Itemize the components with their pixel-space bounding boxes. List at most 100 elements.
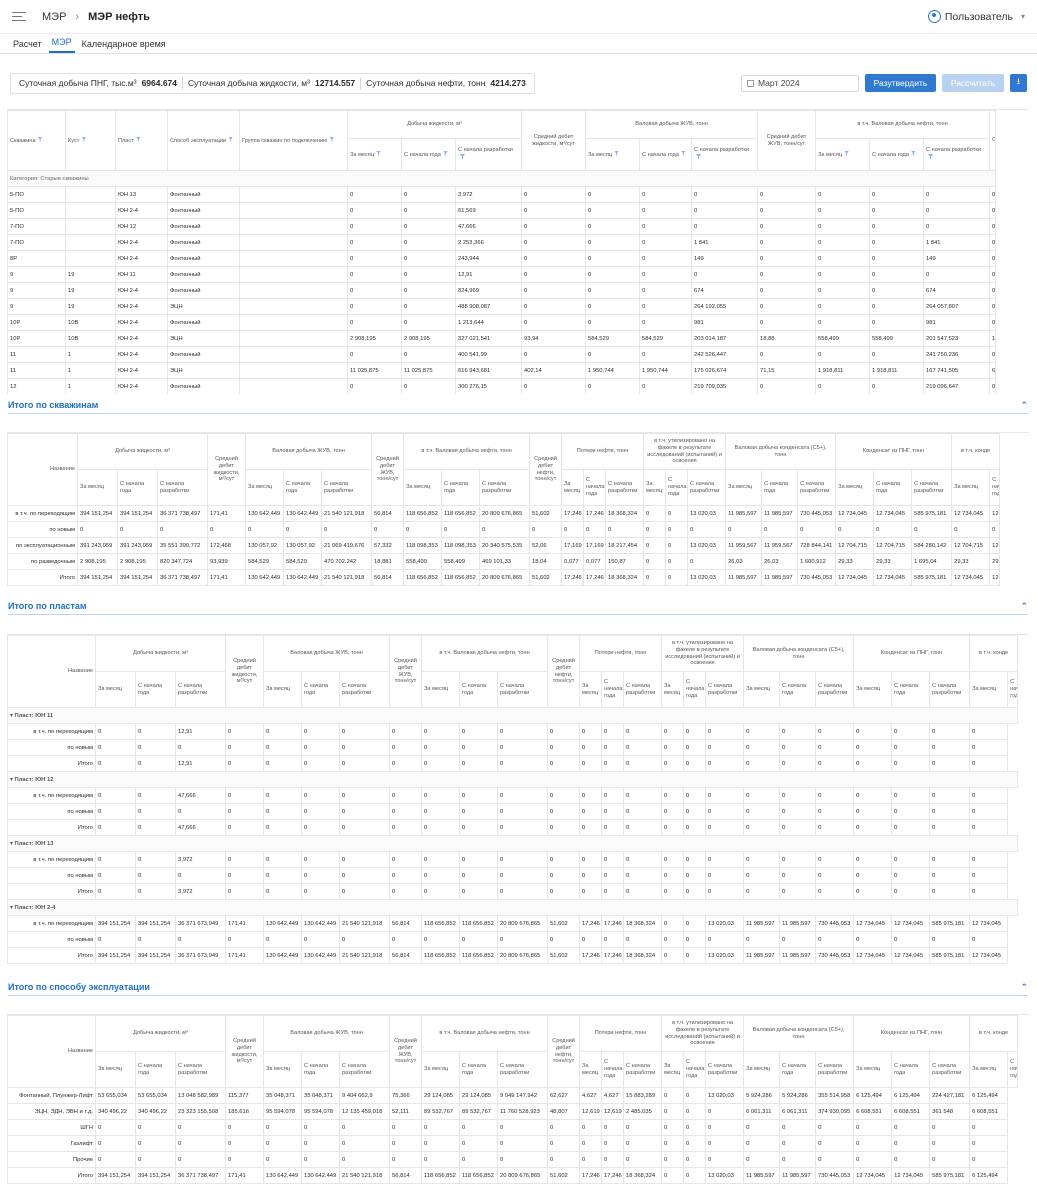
- col-subheader[interactable]: С начала разработки: [923, 138, 991, 171]
- table-row[interactable]: 11 1 ЮН 2-4 ЭЦН 11 025,875 11 025,875 616 943,…: [7, 362, 997, 379]
- col-group-header[interactable]: Добыча жидкости, м³: [346, 110, 523, 139]
- col-subheader[interactable]: С начала года: [891, 1051, 931, 1088]
- col-subheader[interactable]: С начала разработки: [911, 469, 953, 506]
- col-subheader[interactable]: С начала разработки: [929, 1051, 971, 1088]
- table-row[interactable]: в т.ч. по переходящим 0 0 3,972 0 0 0 0 0 0 0 0 0 0 0 0…: [7, 851, 1018, 868]
- col-subheader[interactable]: С начала года: [779, 1051, 817, 1088]
- col-subheader[interactable]: За месяц: [403, 469, 443, 506]
- tab-calendar-time[interactable]: Календарное время: [79, 39, 169, 53]
- col-group-header[interactable]: в т.ч. Валовая добыча нефти, тонн: [421, 1015, 549, 1052]
- group-row[interactable]: ▾ Пласт: ЮН 2-4: [7, 899, 1019, 916]
- table-row[interactable]: Итого 0 0 3,972 0 0 0 0 0 0 0 0 0 0 0 0 0 0 0 0 0 0 0 0 0 0: [7, 883, 1018, 900]
- table-row[interactable]: Прочие 0 0 0 0 0 0 0 0 0 0 0 0 0 0 0 0 0 0 0 0 0 0 0 0 0: [7, 1151, 1018, 1168]
- col-subheader[interactable]: За месяц: [421, 1051, 461, 1088]
- col-header[interactable]: Способ эксплуатации: [167, 110, 240, 171]
- col-group-header[interactable]: Валовая добыча ЖУВ, тонн: [585, 110, 759, 139]
- table-row[interactable]: по новым 0 0 0 0 0 0 0 0 0 0 0 0 0 0 0 0 0 0 0 0 0 0 0 0 0: [7, 867, 1018, 884]
- table-row[interactable]: 7-ПО ЮН 12 Фонтанный 0 0 47,666 0 0 0 0 0 0 0 0 0: [7, 218, 997, 235]
- filter-icon[interactable]: [460, 154, 465, 159]
- col-subheader[interactable]: За месяц: [853, 1051, 893, 1088]
- col-subheader[interactable]: С начала года: [601, 671, 625, 708]
- col-header[interactable]: Группа скважин по подключению: [239, 110, 348, 171]
- col-subheader[interactable]: За месяц: [969, 1051, 1009, 1088]
- col-group-header[interactable]: Средний дебит жидкости, м³/сут: [207, 433, 247, 506]
- col-group-header[interactable]: Добыча жидкости, м³: [94, 1015, 227, 1052]
- tab-mer[interactable]: МЭР: [48, 37, 75, 53]
- col-subheader[interactable]: За месяц: [725, 469, 763, 506]
- col-group-header[interactable]: Добыча жидкости, м³: [94, 635, 227, 672]
- table-row[interactable]: 9 19 ЮН 2-4 ЭЦН 0 0 488 908,087 0 0 0 264 192,055 0…: [7, 298, 997, 315]
- section-wells-header[interactable]: Итого по скважинам ⌃: [8, 400, 1028, 414]
- table-row[interactable]: 8Р ЮН 2-4 Фонтанный 0 0 243,944 0 0 0 149 0 0 0 149 0: [7, 250, 997, 267]
- group-row[interactable]: ▾ Пласт: ЮН 11: [7, 707, 1019, 724]
- filter-icon[interactable]: [696, 154, 702, 159]
- col-subheader[interactable]: За месяц: [95, 671, 136, 708]
- col-group-header[interactable]: Валовая добыча конденсата (С5+), тонн: [725, 433, 837, 470]
- col-subheader[interactable]: За месяц: [263, 671, 303, 708]
- col-subheader[interactable]: За месяц: [95, 1051, 136, 1088]
- col-subheader[interactable]: С начала года: [135, 671, 176, 708]
- col-subheader[interactable]: С начала разработки: [605, 469, 645, 506]
- col-subheader[interactable]: С начала разработки: [321, 469, 373, 506]
- col-subheader[interactable]: С начала года: [873, 469, 913, 506]
- table-row[interactable]: Итого 394 151,254 394 151,254 36 371 738,49…: [7, 1167, 1018, 1184]
- group-title[interactable]: ▾ Пласт: ЮН 2-4: [7, 899, 1019, 916]
- col-subheader[interactable]: С начала года: [683, 671, 707, 708]
- col-subheader[interactable]: С начала разработки: [479, 469, 531, 506]
- col-header[interactable]: Пласт: [115, 110, 168, 171]
- col-subheader[interactable]: За месяц: [743, 671, 781, 708]
- col-subheader[interactable]: С начала разработки: [623, 671, 663, 708]
- col-group-header[interactable]: в т.ч. конде: [951, 433, 1001, 470]
- col-subheader[interactable]: С начала года: [989, 469, 1001, 506]
- col-group-header[interactable]: Средний дебит нефти, тонн/сут: [547, 635, 581, 708]
- col-subheader[interactable]: За месяц: [561, 469, 585, 506]
- col-subheader[interactable]: С начала года: [283, 469, 323, 506]
- filter-icon[interactable]: [37, 136, 43, 142]
- menu-icon[interactable]: [12, 11, 26, 22]
- section-plasts-header[interactable]: Итого по пластам ⌃: [8, 601, 1028, 615]
- col-subheader[interactable]: С начала разработки: [454, 138, 523, 171]
- table-row[interactable]: по эксплуатационным 391 243,059 391 243,05…: [7, 537, 1001, 554]
- col-subheader[interactable]: За месяц: [421, 671, 461, 708]
- table-row[interactable]: по новым 0 0 0 0 0 0 0 0 0 0 0 0 0 0 0 0 0 0 0 0 0 0 0 0 0: [7, 803, 1018, 820]
- col-group-header[interactable]: в т.ч. утилизировано на факеле в результ…: [661, 635, 745, 672]
- table-row[interactable]: Итого 0 0 47,666 0 0 0 0 0 0 0 0 0 0 0 0 0 0 0 0 0 0 0 0 0 0: [7, 819, 1018, 836]
- calculate-button[interactable]: Рассчитать: [942, 74, 1004, 92]
- col-subheader[interactable]: С начала разработки: [815, 1051, 855, 1088]
- col-subheader[interactable]: С начала разработки: [174, 1051, 227, 1088]
- filter-icon[interactable]: [135, 136, 141, 142]
- col-subheader[interactable]: С начала года: [301, 1051, 341, 1088]
- filter-icon[interactable]: [376, 150, 382, 156]
- col-subheader[interactable]: С начала года: [459, 1051, 499, 1088]
- col-group-header[interactable]: Валовая добыча ЖУВ, тонн: [263, 635, 391, 672]
- col-subheader[interactable]: С начала года: [401, 138, 456, 171]
- col-subheader[interactable]: С начала разработки: [497, 1051, 549, 1088]
- col-group-header[interactable]: Средний дебит жидкости, м³/сут: [225, 1015, 265, 1088]
- col-group-header[interactable]: в т.ч. конде: [969, 635, 1019, 672]
- col-subheader[interactable]: За месяц: [347, 138, 402, 171]
- col-group-header[interactable]: Конденсат из ПНГ, тонн: [853, 635, 971, 672]
- col-subheader[interactable]: За месяц: [835, 469, 875, 506]
- col-group-header[interactable]: в т.ч. Валовая добыча нефти, тонн: [421, 635, 549, 672]
- col-group-header[interactable]: Средний дебит нефти, тонн/сут: [547, 1015, 581, 1088]
- col-subheader[interactable]: За месяц: [643, 469, 667, 506]
- col-group-header[interactable]: Средний дебит нефти, тонн/сут: [529, 433, 563, 506]
- col-group-header[interactable]: Валовая добыча конденсата (С5+), тонн: [743, 1015, 855, 1052]
- chevron-up-icon[interactable]: ⌃: [1020, 601, 1028, 612]
- col-group-header[interactable]: Конденсат из ПНГ, тонн: [853, 1015, 971, 1052]
- col-subheader[interactable]: С начала года: [117, 469, 158, 506]
- col-group-header[interactable]: Добыча жидкости, м³: [76, 433, 209, 470]
- table-row[interactable]: ЭЦН, ЭДН, ЭВН и т.д. 340 496,22 340 496,22…: [7, 1103, 1018, 1120]
- filter-icon[interactable]: [844, 150, 850, 156]
- table-row[interactable]: 11 1 ЮН 2-4 Фонтанный 0 0 400 541,99 0 0 0 242 526…: [7, 346, 997, 363]
- filter-icon[interactable]: [614, 150, 620, 156]
- col-subheader[interactable]: За месяц: [579, 671, 603, 708]
- col-subheader[interactable]: С начала года: [441, 469, 481, 506]
- table-row[interactable]: по новым 0 0 0 0 0 0 0 0 0 0 0 0 0 0 0 0 0 0 0 0 0 0 0 0 0 0: [7, 521, 1001, 538]
- col-subheader[interactable]: С начала разработки: [687, 469, 727, 506]
- col-subheader[interactable]: С начала разработки: [339, 671, 391, 708]
- col-subheader[interactable]: С начала года: [583, 469, 607, 506]
- col-subheader[interactable]: С начала разработки: [156, 469, 209, 506]
- col-group-header[interactable]: Валовая добыча ЖУВ, тонн: [245, 433, 373, 470]
- col-group-header[interactable]: в т.ч. Валовая добыча нефти, тонн: [403, 433, 531, 470]
